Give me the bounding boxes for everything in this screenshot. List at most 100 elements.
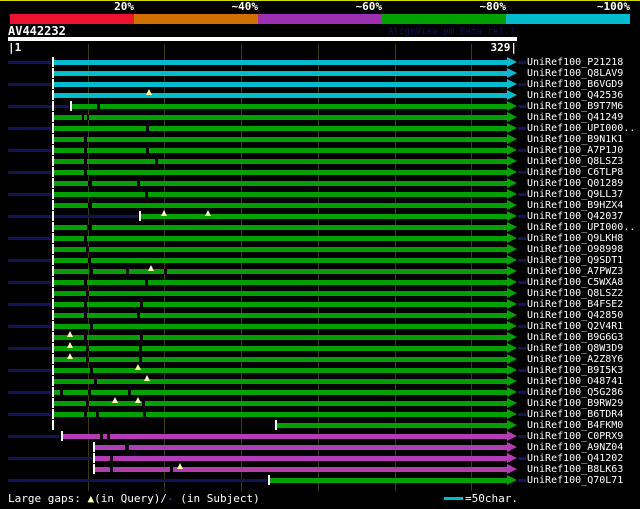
hit-bar[interactable] — [270, 478, 507, 483]
hit-bar[interactable] — [54, 159, 507, 164]
hit-bar[interactable] — [54, 357, 507, 362]
hit-label[interactable]: UniRef100_Q9LKH8 — [527, 233, 623, 244]
hit-arrowhead-icon[interactable] — [507, 376, 517, 386]
hit-label[interactable]: UniRef100_B6TDR4 — [527, 409, 623, 420]
hit-bar[interactable] — [54, 335, 507, 340]
hit-label[interactable]: UniRef100_B9N1K1 — [527, 134, 623, 145]
hit-label[interactable]: UniRef100_B9I5K3 — [527, 365, 623, 376]
hit-arrowhead-icon[interactable] — [507, 189, 517, 199]
hit-label[interactable]: UniRef100_UPI000.. — [527, 123, 635, 134]
hit-bar[interactable] — [54, 390, 507, 395]
hit-arrowhead-icon[interactable] — [507, 233, 517, 243]
hit-arrowhead-icon[interactable] — [507, 145, 517, 155]
hit-label[interactable]: UniRef100_B9G6G3 — [527, 332, 623, 343]
hit-bar[interactable] — [54, 258, 507, 263]
hit-label[interactable]: UniRef100_B4FKM0 — [527, 420, 623, 431]
hit-arrowhead-icon[interactable] — [507, 156, 517, 166]
hit-arrowhead-icon[interactable] — [507, 420, 517, 430]
hit-label[interactable]: UniRef100_C5WXA8 — [527, 277, 623, 288]
hit-bar[interactable] — [54, 247, 507, 252]
hit-arrowhead-icon[interactable] — [507, 442, 517, 452]
hit-arrowhead-icon[interactable] — [507, 288, 517, 298]
hit-arrowhead-icon[interactable] — [507, 409, 517, 419]
hit-bar[interactable] — [54, 60, 507, 65]
hit-arrowhead-icon[interactable] — [507, 167, 517, 177]
hit-bar[interactable] — [54, 236, 507, 241]
hit-arrowhead-icon[interactable] — [507, 453, 517, 463]
hit-label[interactable]: UniRef100_A2Z8Y6 — [527, 354, 623, 365]
hit-arrowhead-icon[interactable] — [507, 101, 517, 111]
hit-arrowhead-icon[interactable] — [507, 343, 517, 353]
hit-bar[interactable] — [95, 445, 507, 450]
hit-arrowhead-icon[interactable] — [507, 200, 517, 210]
hit-bar[interactable] — [54, 82, 507, 87]
hit-label[interactable]: UniRef100_B4FSE2 — [527, 299, 623, 310]
hit-bar[interactable] — [141, 214, 507, 219]
hit-bar[interactable] — [54, 115, 507, 120]
hit-label[interactable]: UniRef100_Q42536 — [527, 90, 623, 101]
hit-label[interactable]: UniRef100_C0PRX9 — [527, 431, 623, 442]
hit-arrowhead-icon[interactable] — [507, 299, 517, 309]
hit-label[interactable]: UniRef100_Q41202 — [527, 453, 623, 464]
hit-bar[interactable] — [72, 104, 507, 109]
hit-label[interactable]: UniRef100_Q9SDT1 — [527, 255, 623, 266]
hit-label[interactable]: UniRef100_B9RW29 — [527, 398, 623, 409]
hit-arrowhead-icon[interactable] — [507, 255, 517, 265]
hit-arrowhead-icon[interactable] — [507, 431, 517, 441]
hit-arrowhead-icon[interactable] — [507, 310, 517, 320]
hit-bar[interactable] — [54, 269, 507, 274]
hit-label[interactable]: UniRef100_C6TLP8 — [527, 167, 623, 178]
hit-arrowhead-icon[interactable] — [507, 277, 517, 287]
hit-label[interactable]: UniRef100_B9HZX4 — [527, 200, 623, 211]
hit-arrowhead-icon[interactable] — [507, 79, 517, 89]
hit-label[interactable]: UniRef100_A9NZ04 — [527, 442, 623, 453]
hit-label[interactable]: UniRef100_Q8LAV9 — [527, 68, 623, 79]
hit-bar[interactable] — [54, 346, 507, 351]
hit-bar[interactable] — [54, 324, 507, 329]
hit-arrowhead-icon[interactable] — [507, 244, 517, 254]
hit-arrowhead-icon[interactable] — [507, 123, 517, 133]
hit-label[interactable]: UniRef100_Q2V4R1 — [527, 321, 623, 332]
hit-arrowhead-icon[interactable] — [507, 398, 517, 408]
hit-label[interactable]: UniRef100_B9T7M6 — [527, 101, 623, 112]
hit-label[interactable]: UniRef100_B8LK63 — [527, 464, 623, 475]
hit-label[interactable]: UniRef100_Q01289 — [527, 178, 623, 189]
hit-label[interactable]: UniRef100_A7PWZ3 — [527, 266, 623, 277]
hit-bar[interactable] — [54, 192, 507, 197]
hit-bar[interactable] — [54, 401, 507, 406]
hit-label[interactable]: UniRef100_O48741 — [527, 376, 623, 387]
hit-bar[interactable] — [54, 71, 507, 76]
hit-bar[interactable] — [54, 137, 507, 142]
hit-arrowhead-icon[interactable] — [507, 68, 517, 78]
hit-arrowhead-icon[interactable] — [507, 211, 517, 221]
hit-label[interactable]: UniRef100_Q8LSZ2 — [527, 288, 623, 299]
hit-label[interactable]: UniRef100_UPI000.. — [527, 222, 635, 233]
hit-bar[interactable] — [63, 434, 507, 439]
hit-bar[interactable] — [54, 148, 507, 153]
hit-arrowhead-icon[interactable] — [507, 321, 517, 331]
hit-bar[interactable] — [54, 313, 507, 318]
hit-bar[interactable] — [54, 412, 507, 417]
hit-arrowhead-icon[interactable] — [507, 90, 517, 100]
hit-bar[interactable] — [54, 225, 507, 230]
hit-bar[interactable] — [54, 126, 507, 131]
hit-arrowhead-icon[interactable] — [507, 178, 517, 188]
hit-label[interactable]: UniRef100_Q8LSZ3 — [527, 156, 623, 167]
hit-bar[interactable] — [54, 93, 507, 98]
hit-label[interactable]: UniRef100_P21218 — [527, 57, 623, 68]
hit-bar[interactable] — [277, 423, 507, 428]
hit-label[interactable]: UniRef100_Q70L71 — [527, 475, 623, 486]
hit-arrowhead-icon[interactable] — [507, 387, 517, 397]
hit-bar[interactable] — [54, 280, 507, 285]
hit-bar[interactable] — [54, 291, 507, 296]
hit-label[interactable]: UniRef100_Q9LL37 — [527, 189, 623, 200]
hit-bar[interactable] — [54, 302, 507, 307]
hit-bar[interactable] — [54, 170, 507, 175]
hit-label[interactable]: UniRef100_Q42850 — [527, 310, 623, 321]
hit-label[interactable]: UniRef100_Q8W3D9 — [527, 343, 623, 354]
hit-arrowhead-icon[interactable] — [507, 365, 517, 375]
hit-bar[interactable] — [54, 368, 507, 373]
hit-label[interactable]: UniRef100_Q41249 — [527, 112, 623, 123]
hit-arrowhead-icon[interactable] — [507, 112, 517, 122]
hit-label[interactable]: UniRef100_A7P1J0 — [527, 145, 623, 156]
